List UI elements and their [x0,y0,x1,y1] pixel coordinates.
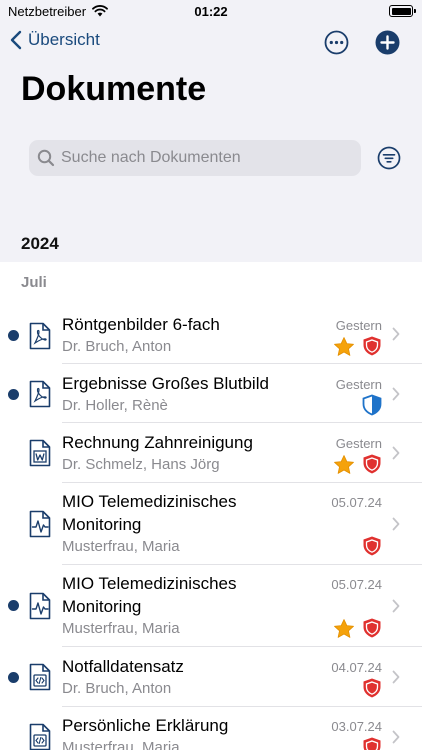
unread-dot [8,672,19,683]
ellipsis-circle-icon[interactable] [324,30,349,55]
document-date: 04.07.24 [331,660,382,675]
chevron-right-icon [392,730,400,744]
month-header: Juli [21,274,47,291]
code-file-icon [29,723,51,750]
pdf-file-icon [29,380,51,408]
waveform-file-icon [29,510,51,538]
chevron-right-icon [392,387,400,401]
shield-blue-icon [362,394,382,416]
chevron-left-icon [10,30,22,50]
shield-red-icon [363,678,381,698]
document-author: Musterfrau, Maria [62,620,180,637]
back-label: Übersicht [28,30,100,49]
pdf-file-icon [29,322,51,350]
document-author: Musterfrau, Maria [62,739,180,750]
shield-red-icon [363,454,381,474]
document-row[interactable]: Ergebnisse Großes Blutbild Dr. Holler, R… [0,364,422,423]
document-title: Rechnung Zahnreinigung [62,433,253,452]
search-field[interactable] [29,140,361,176]
document-author: Dr. Bruch, Anton [62,680,172,697]
document-author: Musterfrau, Maria [62,538,180,555]
document-author: Dr. Schmelz, Hans Jörg [62,456,220,473]
document-date: 05.07.24 [331,495,382,510]
shield-red-icon [363,737,381,750]
chevron-right-icon [392,517,400,531]
status-time: 01:22 [194,4,228,19]
document-row[interactable]: Notfalldatensatz Dr. Bruch, Anton 04.07.… [0,647,422,707]
chevron-right-icon [392,327,400,341]
document-date: Gestern [335,377,382,392]
status-bar: Netzbetreiber 01:22 [0,0,422,26]
document-row[interactable]: Persönliche Erklärung Musterfrau, Maria … [0,707,422,750]
document-row[interactable]: Röntgenbilder 6-fach Dr. Bruch, Anton Ge… [0,304,422,364]
document-title: Persönliche Erklärung [62,716,229,735]
shield-red-icon [363,618,381,638]
document-date: Gestern [335,318,382,333]
filter-icon[interactable] [377,146,401,170]
star-icon [334,619,354,638]
chevron-right-icon [392,446,400,460]
unread-dot [8,389,19,400]
document-author: Dr. Bruch, Anton [62,338,172,355]
plus-circle-icon[interactable] [375,30,400,55]
waveform-file-icon [29,592,51,620]
star-icon [334,455,354,474]
document-title: MIO Telemedizinisches Monitoring [62,492,237,534]
document-title: Notfalldatensatz [62,657,184,676]
code-file-icon [29,663,51,691]
back-button[interactable]: Übersicht [10,30,100,50]
document-row[interactable]: MIO Telemedizinisches Monitoring Musterf… [0,483,422,565]
document-author: Dr. Holler, Rènè [62,397,168,414]
document-date: Gestern [335,436,382,451]
unread-dot [8,600,19,611]
document-title: Röntgenbilder 6-fach [62,315,220,334]
shield-red-icon [363,536,381,556]
star-icon [334,337,354,356]
page-title: Dokumente [21,70,207,108]
unread-dot [8,330,19,341]
year-header: 2024 [21,234,59,253]
document-title: MIO Telemedizinisches Monitoring [62,574,237,616]
shield-red-icon [363,336,381,356]
search-input[interactable] [61,149,341,167]
battery-icon [389,5,416,17]
document-row[interactable]: Rechnung Zahnreinigung Dr. Schmelz, Hans… [0,423,422,483]
chevron-right-icon [392,670,400,684]
search-icon [37,149,55,167]
document-date: 03.07.24 [331,719,382,734]
chevron-right-icon [392,599,400,613]
document-date: 05.07.24 [331,577,382,592]
word-file-icon [29,439,51,467]
document-row[interactable]: MIO Telemedizinisches Monitoring Musterf… [0,565,422,647]
document-title: Ergebnisse Großes Blutbild [62,374,269,393]
